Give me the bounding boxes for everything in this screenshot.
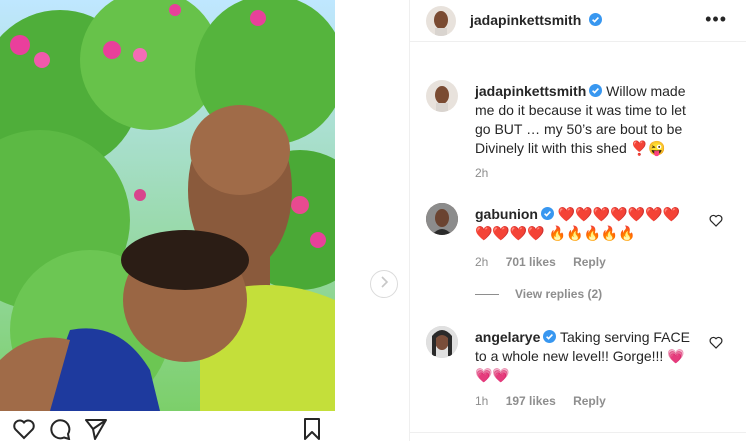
comment-icon[interactable] <box>48 418 72 441</box>
avatar[interactable] <box>426 326 458 358</box>
caption-time[interactable]: 2h <box>475 166 488 180</box>
divider-line <box>475 293 499 295</box>
chevron-right-icon <box>379 275 389 293</box>
avatar[interactable] <box>426 80 458 112</box>
comment-meta: 1h 197 likes Reply <box>475 394 606 408</box>
comment-time[interactable]: 1h <box>475 394 488 408</box>
post-photo[interactable] <box>0 0 335 411</box>
comment-likes[interactable]: 197 likes <box>506 394 556 408</box>
divider <box>410 432 746 433</box>
verified-badge-icon <box>543 329 557 343</box>
verified-badge-icon <box>541 206 554 220</box>
avatar[interactable] <box>426 6 456 36</box>
comments-panel: jadapinkettsmith ••• jadapinkettsmith Wi… <box>409 0 746 441</box>
comment-meta: 2h 701 likes Reply <box>475 255 606 269</box>
caption-text-block: jadapinkettsmith Willow made me do it be… <box>475 82 705 158</box>
heart-icon[interactable] <box>12 418 36 440</box>
view-replies-label: View replies (2) <box>515 287 603 301</box>
bookmark-icon[interactable] <box>300 418 324 440</box>
comment-time[interactable]: 2h <box>475 255 488 269</box>
comment-username[interactable]: gabunion <box>475 206 538 222</box>
comment-text-block: angelarye Taking serving FACE to a whole… <box>475 328 695 385</box>
like-heart-icon[interactable] <box>709 214 723 227</box>
post-header: jadapinkettsmith ••• <box>410 0 746 42</box>
avatar[interactable] <box>426 203 458 235</box>
like-heart-icon[interactable] <box>709 336 723 349</box>
more-options-icon[interactable]: ••• <box>705 10 727 28</box>
view-replies-button[interactable]: View replies (2) <box>475 287 602 301</box>
comment-likes[interactable]: 701 likes <box>506 255 556 269</box>
comment-text-block: gabunion ❤️❤️❤️❤️❤️❤️❤️❤️❤️❤️❤️ 🔥🔥🔥🔥🔥 <box>475 205 695 243</box>
verified-badge-icon <box>588 13 602 26</box>
post-username[interactable]: jadapinkettsmith <box>470 12 581 28</box>
action-bar <box>0 416 335 441</box>
reply-button[interactable]: Reply <box>573 394 606 408</box>
reply-button[interactable]: Reply <box>573 255 606 269</box>
next-slide-button[interactable] <box>370 270 398 298</box>
comment-username[interactable]: angelarye <box>475 329 540 345</box>
verified-badge-icon <box>589 83 603 97</box>
share-icon[interactable] <box>84 418 108 440</box>
caption-username[interactable]: jadapinkettsmith <box>475 83 586 99</box>
